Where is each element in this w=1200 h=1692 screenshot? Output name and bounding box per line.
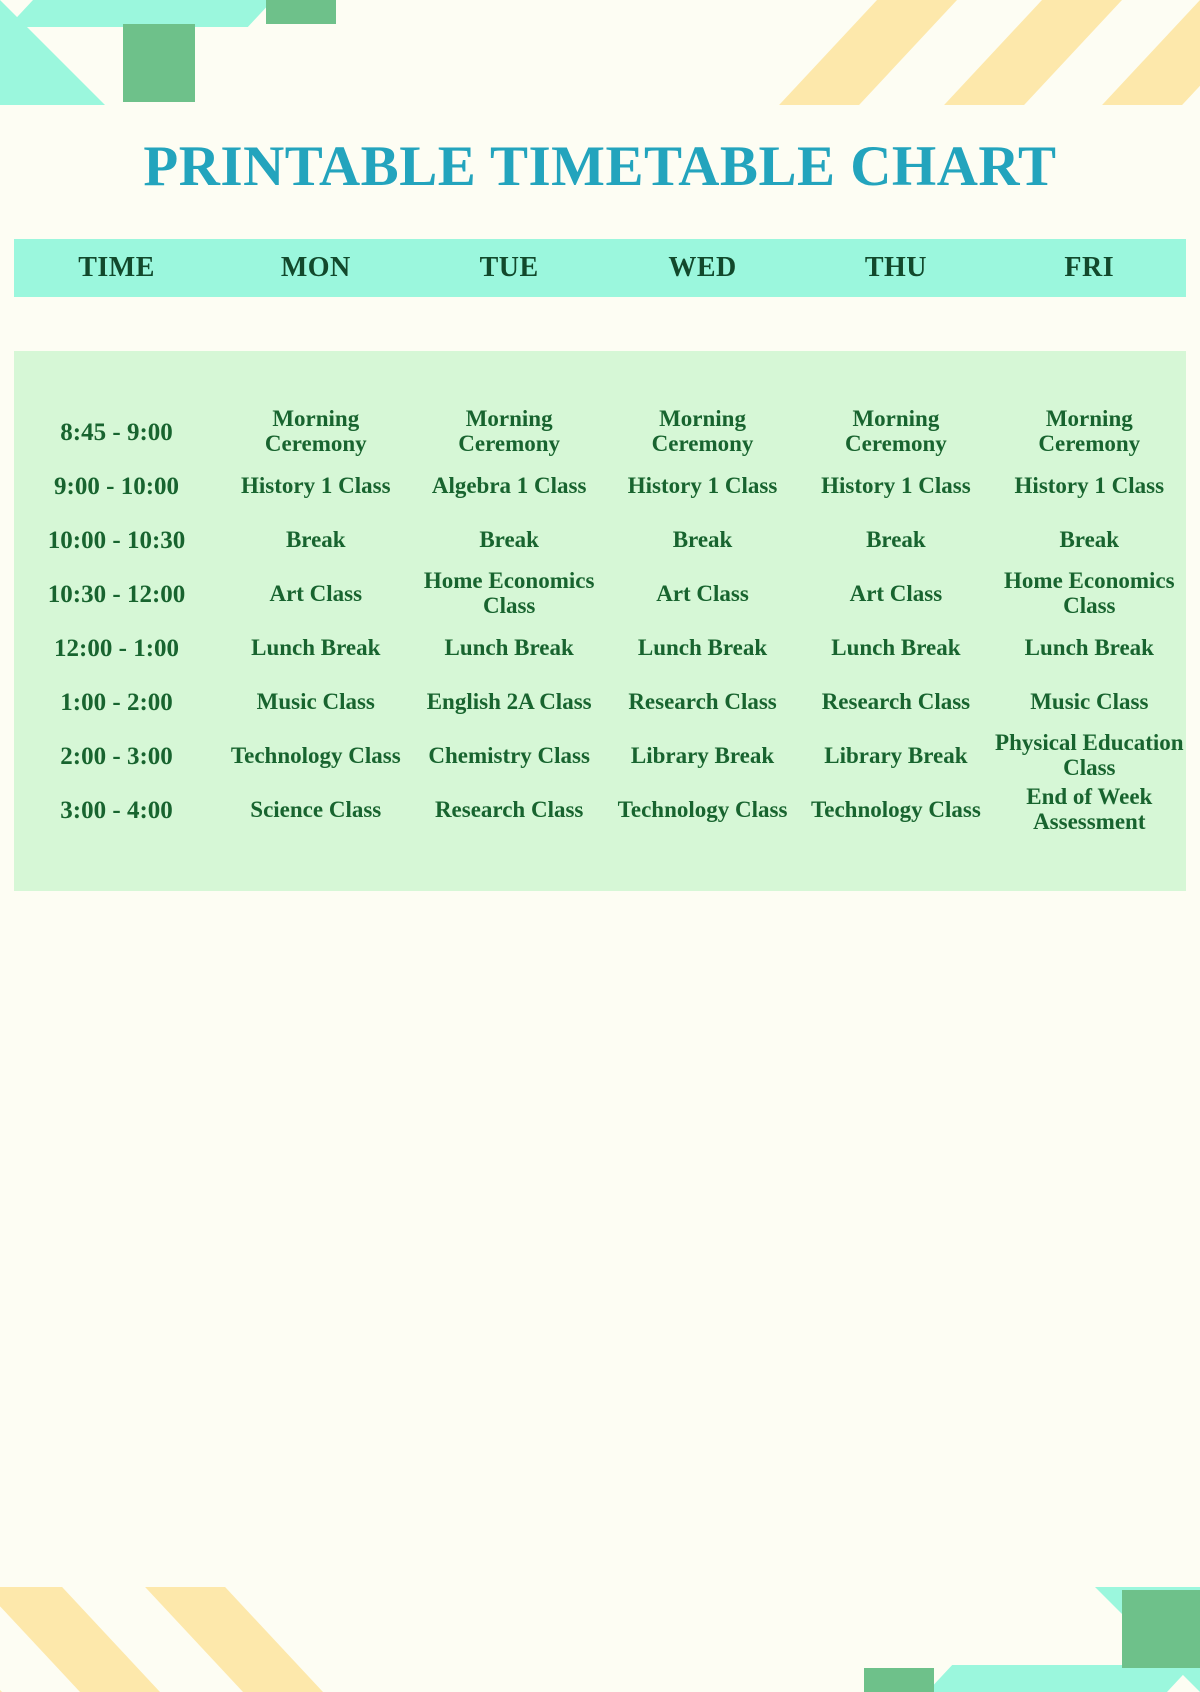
time-slot: 1:00 - 2:00 [60,688,173,716]
slot-fri: Lunch Break [1024,634,1154,660]
table-row: 12:00 - 1:00 Lunch Break Lunch Break Lun… [14,621,1186,675]
table-row: 9:00 - 10:00 History 1 Class Algebra 1 C… [14,459,1186,513]
slot-tue: Chemistry Class [428,742,590,768]
slot-tue: Break [479,526,539,552]
slot-wed: Technology Class [617,796,788,822]
slot-thu: Research Class [821,688,971,714]
time-slot: 3:00 - 4:00 [60,796,173,824]
slot-mon: Science Class [250,796,382,822]
body-bottom-padding-cell [14,837,1186,891]
slot-thu: History 1 Class [821,472,971,498]
slot-thu: Technology Class [811,796,981,822]
header-body-spacer [14,297,1186,351]
slot-mon: Music Class [256,688,375,714]
timetable-header: TIME MON TUE WED THU FRI [14,239,1186,297]
slot-thu: Lunch Break [831,634,961,660]
column-header-tue: TUE [412,239,606,297]
slot-wed: Art Class [656,580,749,606]
column-header-thu: THU [799,239,993,297]
timetable-header-row: TIME MON TUE WED THU FRI [14,239,1186,297]
bottom-left-yellow-stripe-2 [145,1587,323,1692]
column-header-time: TIME [14,239,220,297]
slot-wed: Break [672,526,733,552]
slot-tue: Lunch Break [444,634,574,660]
timetable-body: 8:45 - 9:00 Morning Ceremony Morning Cer… [14,351,1186,891]
slot-fri: Home Economics Class [1004,568,1175,618]
slot-fri: End of Week Assessment [1026,784,1153,834]
slot-mon: Break [285,526,346,552]
slot-fri: Break [1059,526,1120,552]
slot-mon: Art Class [269,580,363,606]
table-row: 2:00 - 3:00 Technology Class Chemistry C… [14,729,1186,783]
slot-wed: Research Class [628,688,777,714]
slot-tue: Research Class [434,796,584,822]
slot-fri: Music Class [1030,688,1149,714]
timetable-container: TIME MON TUE WED THU FRI 8:45 - 9:00 Mor… [14,195,1186,891]
slot-wed: Library Break [630,742,775,768]
body-bottom-padding-row [14,837,1186,891]
slot-fri: Physical Education Class [995,730,1184,780]
page-title: PRINTABLE TIMETABLE CHART [143,135,1057,198]
printable-timetable-page: PRINTABLE TIMETABLE CHART TIME MON TUE W… [0,0,1200,891]
column-header-fri: FRI [992,239,1186,297]
slot-tue: Morning Ceremony [458,406,561,456]
slot-wed: Morning Ceremony [651,406,754,456]
time-slot: 8:45 - 9:00 [60,418,173,446]
bottom-left-yellow-stripe-1 [0,1587,160,1692]
spacer-cell [14,297,1186,351]
time-slot: 2:00 - 3:00 [60,742,173,770]
slot-mon: Lunch Break [251,634,381,660]
slot-tue: Home Economics Class [423,568,595,618]
bottom-right-green-corner-square [1122,1590,1200,1668]
bottom-right-mint-band [927,1665,1193,1692]
time-slot: 10:00 - 10:30 [47,526,186,554]
slot-thu: Library Break [824,742,968,768]
slot-wed: Lunch Break [637,634,768,660]
table-row: 8:45 - 9:00 Morning Ceremony Morning Cer… [14,405,1186,459]
slot-thu: Art Class [849,580,943,606]
slot-thu: Break [866,526,926,552]
slot-tue: English 2A Class [426,688,592,714]
time-slot: 12:00 - 1:00 [54,634,180,662]
timetable: TIME MON TUE WED THU FRI 8:45 - 9:00 Mor… [14,239,1186,891]
bottom-right-mint-triangle [1095,1587,1200,1692]
time-slot: 9:00 - 10:00 [54,472,180,500]
slot-wed: History 1 Class [627,472,778,498]
slot-tue: Algebra 1 Class [431,472,587,498]
bottom-left-yellow-stripe-0 [0,1587,2,1692]
slot-mon: Morning Ceremony [264,406,367,456]
slot-thu: Morning Ceremony [845,406,947,456]
body-top-padding-row [14,351,1186,405]
body-top-padding-cell [14,351,1186,405]
time-slot: 10:30 - 12:00 [47,580,186,608]
table-row: 3:00 - 4:00 Science Class Research Class… [14,783,1186,837]
table-row: 1:00 - 2:00 Music Class English 2A Class… [14,675,1186,729]
bottom-right-green-small-square [864,1668,934,1692]
slot-mon: Technology Class [230,742,401,768]
table-row: 10:00 - 10:30 Break Break Break Break Br… [14,513,1186,567]
column-header-mon: MON [219,239,413,297]
column-header-wed: WED [605,239,800,297]
timetable-header-gap [14,297,1186,351]
slot-fri: Morning Ceremony [1038,406,1141,456]
slot-fri: History 1 Class [1014,472,1165,498]
table-row: 10:30 - 12:00 Art Class Home Economics C… [14,567,1186,621]
slot-mon: History 1 Class [241,472,391,498]
